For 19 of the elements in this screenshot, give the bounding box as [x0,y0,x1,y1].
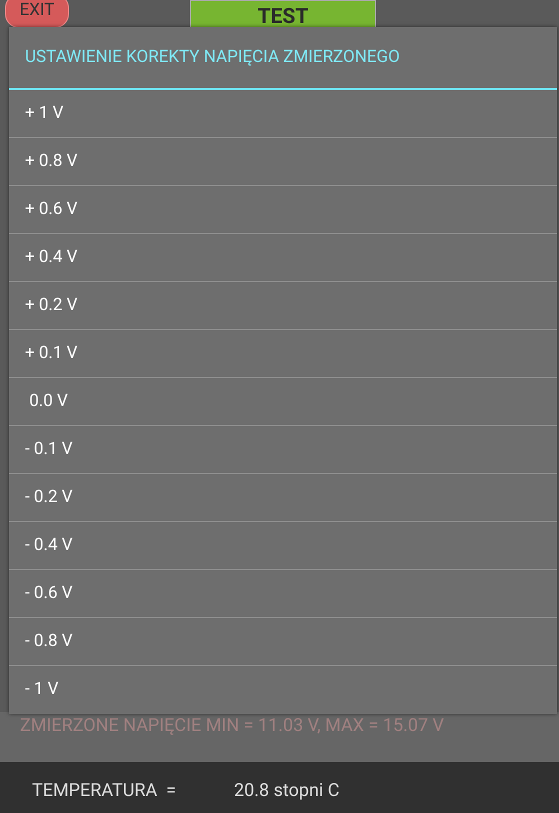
voltage-range-text: ZMIERZONE NAPIĘCIE MIN = 11.03 V, MAX = 15.07 V [20,714,444,738]
voltage-option[interactable]: - 0.1 V [9,426,557,474]
exit-button[interactable]: EXIT [5,0,69,28]
voltage-option[interactable]: - 0.8 V [9,618,557,666]
voltage-option[interactable]: + 0.6 V [9,186,557,234]
voltage-option[interactable]: - 1 V [9,666,557,714]
dialog-title: USTAWIENIE KOREKTY NAPIĘCIA ZMIERZONEGO [25,46,400,70]
temperature-label: TEMPERATURA = [32,782,176,800]
voltage-option[interactable]: - 0.4 V [9,522,557,570]
test-button[interactable]: TEST [190,0,376,30]
voltage-option[interactable]: + 0.2 V [9,282,557,330]
voltage-option[interactable]: 0.0 V [9,378,557,426]
voltage-option[interactable]: + 0.4 V [9,234,557,282]
voltage-option[interactable]: - 0.2 V [9,474,557,522]
voltage-option[interactable]: + 0.1 V [9,330,557,378]
voltage-option[interactable]: + 1 V [9,90,557,138]
voltage-option[interactable]: + 0.8 V [9,138,557,186]
temperature-value: 20.8 stopni C [234,782,340,800]
voltage-option[interactable]: - 0.6 V [9,570,557,618]
